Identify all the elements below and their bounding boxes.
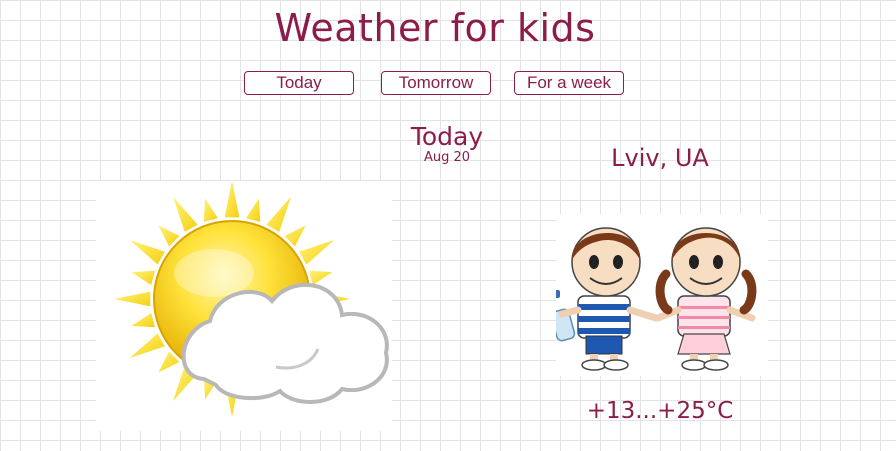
sun-ray [266,196,291,232]
sun-ray [129,333,165,358]
sun-ray [114,291,151,307]
sun-ray [131,313,156,328]
sun-ray [173,196,198,232]
sun-ray [308,270,333,285]
sun-ray [203,198,218,223]
forecast-day-heading: Today [410,122,484,151]
page-title: Weather for kids [274,6,596,50]
sun-ray [129,240,165,265]
temperature-range: +13...+25°C [586,398,734,424]
sun-behind-cloud-icon [96,181,392,431]
sun-ray [299,240,335,265]
tab-for-a-week[interactable]: For a week [514,71,624,95]
sun-ray [246,198,261,223]
tab-today[interactable]: Today [244,71,354,95]
tab-tomorrow[interactable]: Tomorrow [381,71,491,95]
kids-summer-clothes-icon [550,214,768,376]
city-name: Lviv, UA [611,144,709,172]
tab-bar: Today Tomorrow For a week [0,71,896,97]
sun-ray [131,270,156,285]
sun-ray [224,181,240,218]
forecast-date: Aug 20 [423,150,471,165]
